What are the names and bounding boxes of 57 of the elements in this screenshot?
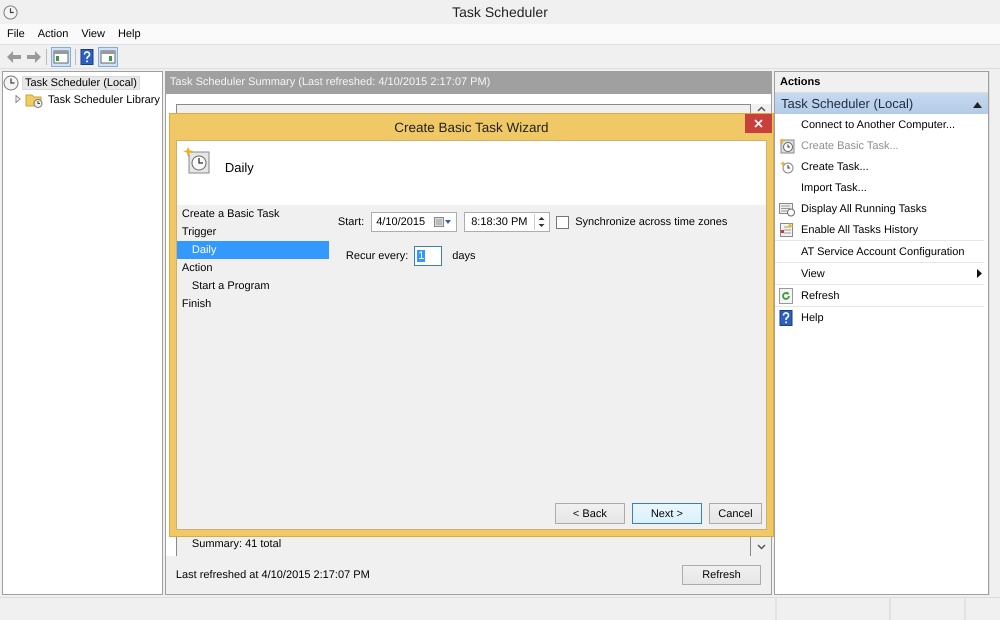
menu-item[interactable]: File xyxy=(1,28,31,40)
calendar-dropdown-icon xyxy=(434,217,452,227)
clock-star-icon xyxy=(182,147,211,175)
summary-text: Summary: 41 total xyxy=(192,538,282,550)
date-picker[interactable]: 4/10/2015 xyxy=(371,212,458,232)
tree-item[interactable]: Task Scheduler (Local) xyxy=(22,76,140,90)
panel-heading: Actions xyxy=(775,72,988,93)
section-header[interactable]: Task Scheduler (Local) xyxy=(775,93,988,114)
close-button[interactable] xyxy=(744,114,772,133)
wizard-step[interactable]: Finish xyxy=(176,295,329,313)
unit-label: days xyxy=(452,250,476,262)
action-link[interactable]: Import Task... xyxy=(801,182,984,194)
clock-star-icon xyxy=(779,158,795,174)
show-tree-icon[interactable] xyxy=(51,46,71,66)
start-label: Start: xyxy=(338,216,364,228)
menu-item[interactable]: View xyxy=(75,28,111,40)
scroll-down-icon[interactable] xyxy=(756,544,766,550)
checkbox[interactable] xyxy=(556,216,570,228)
dialog-button[interactable]: < Back xyxy=(554,503,625,524)
tree-item[interactable]: Task Scheduler Library xyxy=(46,94,162,106)
history-list-icon xyxy=(779,222,795,238)
dialog-button[interactable]: Cancel xyxy=(708,503,762,524)
task-list-icon xyxy=(779,200,795,216)
action-link[interactable]: View xyxy=(801,268,977,280)
refresh-status: Last refreshed at 4/10/2015 2:17:07 PM xyxy=(176,569,370,581)
wizard-step[interactable]: Action xyxy=(176,259,329,277)
window-title: Task Scheduler xyxy=(451,4,549,20)
help-icon[interactable] xyxy=(80,48,94,64)
recur-label: Recur every: xyxy=(346,250,408,262)
menu-item[interactable]: Help xyxy=(112,28,147,40)
show-actions-icon[interactable] xyxy=(98,46,118,66)
time-spinner[interactable]: 8:18:30 PM xyxy=(464,212,550,232)
wizard-step[interactable]: Create a Basic Task xyxy=(176,205,329,223)
action-link[interactable]: AT Service Account Configuration xyxy=(801,246,984,258)
wizard-step[interactable]: Trigger xyxy=(176,223,329,241)
action-link[interactable]: Enable All Tasks History xyxy=(801,224,984,236)
wizard-step[interactable]: Start a Program xyxy=(176,277,329,295)
refresh-icon xyxy=(779,288,793,304)
folder-clock-icon xyxy=(25,92,43,108)
action-link[interactable]: Refresh xyxy=(801,290,984,302)
action-link[interactable]: Display All Running Tasks xyxy=(801,202,984,214)
action-link[interactable]: Create Task... xyxy=(801,160,984,172)
refresh-button[interactable]: Refresh xyxy=(682,565,761,585)
action-link[interactable]: Help xyxy=(801,312,984,324)
panel-heading: Task Scheduler Summary (Last refreshed: 4/10/2015 2:17:07 PM) xyxy=(166,72,771,94)
action-link[interactable]: Connect to Another Computer... xyxy=(801,118,984,130)
scroll-up-icon[interactable] xyxy=(756,106,766,112)
page-heading: Daily xyxy=(224,160,254,175)
collapse-caret-icon xyxy=(973,102,982,108)
menu-item[interactable]: Action xyxy=(32,28,74,40)
close-icon xyxy=(754,119,763,128)
dialog-title: Create Basic Task Wizard xyxy=(394,120,549,134)
help-icon xyxy=(779,310,793,326)
expander-icon[interactable] xyxy=(13,94,22,104)
dialog-button[interactable]: Next > xyxy=(632,503,702,524)
checkbox-label: Synchronize across time zones xyxy=(575,216,728,228)
clock-icon xyxy=(3,4,18,20)
